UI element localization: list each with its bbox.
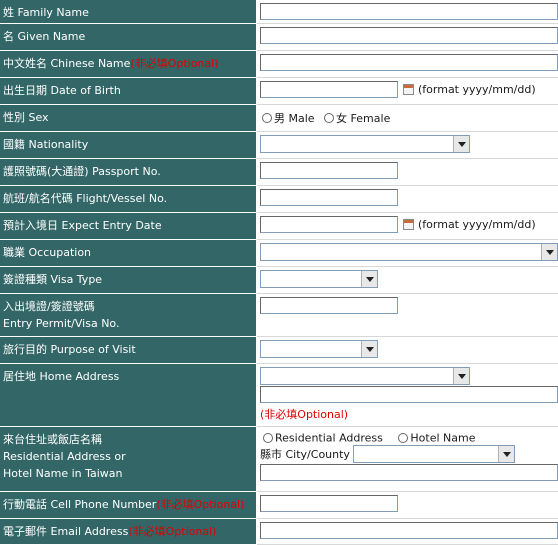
visa-type-select[interactable] [260,269,378,288]
row-birth-date: 出生日期 Date of Birth (format yyyy/mm/dd) [0,77,558,105]
sex-female-label: 女 Female [336,111,391,125]
row-email: 電子郵件 Email Address(非必填Optional) [0,518,558,545]
radio-icon[interactable] [262,112,272,123]
row-flight: 航班/航名代碼 Flight/Vessel No. [0,185,558,213]
entry-date-label: 預計入境日 Expect Entry Date [0,212,257,240]
taiwan-address-input[interactable] [260,464,558,481]
hotel-option-label: Hotel Name [410,431,476,444]
row-given-name: 名 Given Name [0,23,558,51]
radio-icon[interactable] [263,432,273,443]
passport-input[interactable] [260,161,398,179]
entry-permit-label-en: Entry Permit/Visa No. [3,316,120,330]
row-entry-date: 預計入境日 Expect Entry Date (format yyyy/mm/… [0,212,558,240]
date-format-hint: (format yyyy/mm/dd) [418,217,536,231]
home-country-select[interactable] [260,366,470,385]
cell-phone-text: 行動電話 Cell Phone Number [3,497,157,511]
entry-permit-label: 入出境證/簽證號碼 Entry Permit/Visa No. [0,293,257,337]
purpose-select[interactable] [260,339,378,358]
given-name-input[interactable] [260,26,558,44]
row-occupation: 職業 Occupation [0,239,558,267]
chinese-name-text: 中文姓名 Chinese Name [3,56,131,70]
flight-label: 航班/航名代碼 Flight/Vessel No. [0,185,257,213]
family-name-input[interactable] [260,3,558,20]
birth-date-label: 出生日期 Date of Birth [0,77,257,105]
visa-type-label: 簽證種類 Visa Type [0,266,257,294]
row-passport: 護照號碼(大通證) Passport No. [0,158,558,186]
date-format-hint: (format yyyy/mm/dd) [418,82,536,96]
taiwan-address-label: 來台住址或飯店名稱 Residential Address or Hotel Nam… [0,426,257,492]
flight-input[interactable] [260,188,398,206]
entry-permit-input[interactable] [260,296,398,314]
radio-icon[interactable] [324,112,335,123]
chevron-down-icon[interactable] [361,270,377,287]
optional-note: (非必填Optional) [128,524,217,538]
calendar-icon[interactable] [403,83,414,95]
chevron-down-icon[interactable] [453,135,469,152]
chevron-down-icon[interactable] [453,367,469,384]
family-name-label: 姓 Family Name [0,0,257,24]
row-purpose: 旅行目的 Purpose of Visit [0,336,558,364]
optional-note: (非必填Optional) [156,497,245,511]
chinese-name-label: 中文姓名 Chinese Name(非必填Optional) [0,50,257,78]
purpose-label: 旅行目的 Purpose of Visit [0,336,257,364]
chevron-down-icon[interactable] [541,243,557,260]
visa-form: 姓 Family Name 名 Given Name 中文姓名 Chinese … [0,0,558,545]
email-text: 電子郵件 Email Address [3,524,129,538]
taiwan-address-label-en1: Residential Address or [3,449,126,463]
cell-phone-input[interactable] [260,494,398,512]
given-name-label: 名 Given Name [0,23,257,51]
occupation-label: 職業 Occupation [0,239,257,267]
city-select[interactable] [353,445,516,463]
row-taiwan-address: 來台住址或飯店名稱 Residential Address or Hotel Nam… [0,426,558,492]
city-county-label: 縣市 City/County [260,448,350,461]
email-input[interactable] [260,521,558,539]
row-visa-type: 簽證種類 Visa Type [0,266,558,294]
row-home-address: 居住地 Home Address (非必填Optional) [0,363,558,427]
row-entry-permit: 入出境證/簽證號碼 Entry Permit/Visa No. [0,293,558,337]
entry-date-input[interactable] [260,215,398,233]
nationality-label: 國籍 Nationality [0,131,257,159]
birth-date-input[interactable] [260,80,398,98]
row-nationality: 國籍 Nationality [0,131,558,159]
entry-permit-label-zh: 入出境證/簽證號碼 [3,299,95,313]
taiwan-address-label-zh: 來台住址或飯店名稱 [3,432,102,446]
calendar-icon[interactable] [403,218,414,230]
home-address-label: 居住地 Home Address [0,363,257,427]
radio-icon[interactable] [398,432,409,443]
chevron-down-icon[interactable] [361,340,377,357]
row-sex: 性別 Sex 男 Male 女 Female [0,104,558,132]
sex-label: 性別 Sex [0,104,257,132]
chinese-name-input[interactable] [260,53,558,71]
occupation-select[interactable] [260,242,558,261]
sex-male-label: 男 Male [274,111,315,125]
nationality-select[interactable] [260,134,470,153]
row-chinese-name: 中文姓名 Chinese Name(非必填Optional) [0,50,558,78]
taiwan-address-label-en2: Hotel Name in Taiwan [3,466,123,480]
optional-note: (非必填Optional) [130,56,219,70]
optional-note: (非必填Optional) [260,407,349,421]
cell-phone-label: 行動電話 Cell Phone Number(非必填Optional) [0,491,257,519]
chevron-down-icon[interactable] [498,446,515,462]
home-address-input[interactable] [260,385,558,403]
email-label: 電子郵件 Email Address(非必填Optional) [0,518,257,545]
residential-option-label: Residential Address [275,431,383,444]
passport-label: 護照號碼(大通證) Passport No. [0,158,257,186]
row-family-name: 姓 Family Name [0,0,558,24]
row-cell-phone: 行動電話 Cell Phone Number(非必填Optional) [0,491,558,519]
